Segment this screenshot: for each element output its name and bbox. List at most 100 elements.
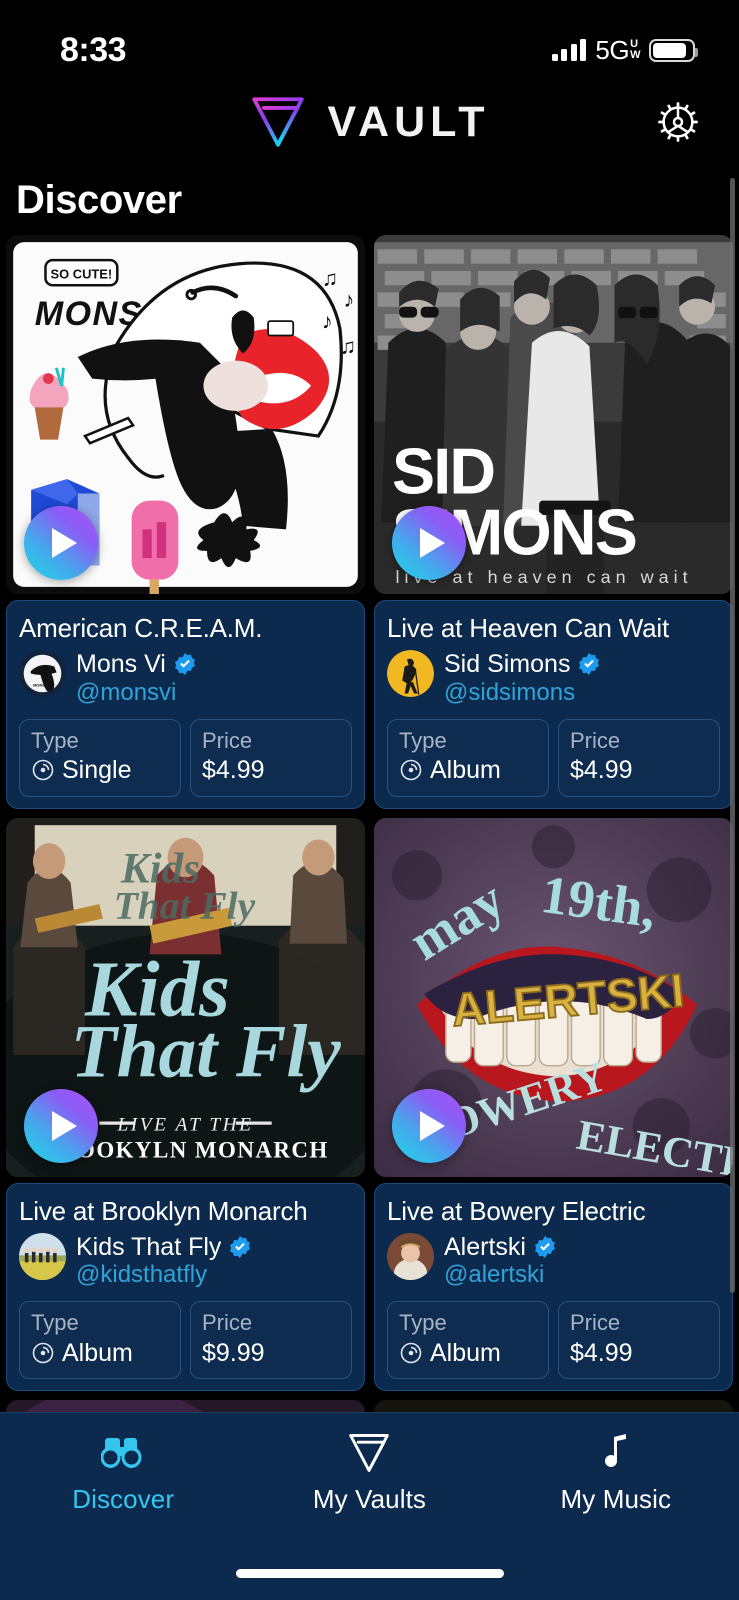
- type-label: Type: [399, 1310, 447, 1336]
- artist-texts: Alertski @alertski: [444, 1233, 557, 1291]
- price-value: $4.99: [570, 1338, 633, 1367]
- price-box: Price $9.99: [190, 1301, 352, 1380]
- tab-discover[interactable]: Discover: [0, 1431, 246, 1515]
- release-card[interactable]: Kids That Fly Kids That Fly LIVE AT THE …: [6, 817, 365, 1392]
- network-suffix-top: U: [630, 38, 638, 51]
- release-info: Live at Heaven Can Wait Sid Simons @sids…: [374, 600, 733, 809]
- release-meta: Type Album Price: [387, 1301, 720, 1380]
- verified-badge-icon: [534, 1235, 555, 1258]
- release-meta: Type Single Price $4.99: [19, 718, 352, 797]
- artist-name: Mons Vi: [76, 650, 166, 678]
- artist-handle[interactable]: @sidsimons: [444, 679, 601, 708]
- avatar[interactable]: [19, 1232, 66, 1280]
- release-card[interactable]: may 19th, ALERTSKI BOWERY ELECTRIC Live …: [374, 817, 733, 1392]
- release-card[interactable]: SID SIMONS live at heaven can wait Live …: [374, 235, 733, 809]
- phone-screen: 8:33 5G U W VAULT Discover SO CUTE! MONS…: [0, 0, 739, 1600]
- type-box: Type Single: [19, 718, 181, 797]
- artist-name: Sid Simons: [444, 650, 571, 678]
- svg-text:That Fly: That Fly: [71, 1010, 342, 1093]
- home-indicator: [235, 1569, 504, 1578]
- play-icon[interactable]: [392, 506, 466, 580]
- release-card[interactable]: max: [374, 1400, 733, 1412]
- artist-row[interactable]: Kids That Fly @kidsthatfly: [19, 1232, 352, 1291]
- price-box: Price $4.99: [190, 718, 352, 797]
- release-meta: Type Album Price: [19, 1301, 352, 1380]
- type-value: Album: [62, 1338, 133, 1367]
- artist-row[interactable]: Alertski @alertski: [387, 1232, 720, 1291]
- type-label: Type: [399, 727, 447, 753]
- svg-text:♫: ♫: [340, 334, 356, 358]
- tab-label: My Music: [560, 1484, 672, 1514]
- type-box: Type Album: [387, 1301, 549, 1380]
- artist-handle[interactable]: @kidsthatfly: [76, 1261, 252, 1290]
- status-bar-indicators: 5G U W: [551, 35, 698, 66]
- avatar[interactable]: [387, 1232, 434, 1280]
- album-artwork[interactable]: Kids That Fly Kids That Fly LIVE AT THE …: [6, 817, 365, 1177]
- svg-text:♫: ♫: [322, 266, 338, 290]
- brand: VAULT: [250, 96, 490, 148]
- album-artwork[interactable]: max: [374, 1400, 733, 1412]
- vault-triangle-icon: [349, 1434, 390, 1472]
- svg-text:♪: ♪: [343, 288, 354, 312]
- type-label: Type: [31, 727, 79, 753]
- release-title: Live at Heaven Can Wait: [387, 613, 670, 643]
- status-bar: 8:33 5G U W: [0, 0, 739, 82]
- music-note-icon: [604, 1434, 626, 1467]
- gear-icon[interactable]: [655, 99, 701, 145]
- artist-handle[interactable]: @monsvi: [76, 679, 197, 708]
- charlotte-artwork: Charlotte: [6, 1400, 365, 1412]
- artist-texts: Mons Vi @monsvi: [76, 650, 197, 708]
- album-artwork[interactable]: SID SIMONS live at heaven can wait: [374, 235, 733, 594]
- type-value: Single: [62, 756, 132, 785]
- status-bar-time: 8:33: [60, 31, 127, 69]
- type-value-row: Album: [399, 1337, 537, 1370]
- artist-handle[interactable]: @alertski: [444, 1261, 557, 1290]
- disc-icon: [400, 1342, 422, 1364]
- bottom-tab-bar: Discover My Vaults My Music: [0, 1412, 739, 1600]
- disc-icon: [32, 759, 54, 781]
- tab-my-music[interactable]: My Music: [493, 1431, 739, 1515]
- verified-badge-icon: [579, 653, 600, 676]
- artist-row[interactable]: Sid Simons @sidsimons: [387, 650, 720, 708]
- type-value-row: Album: [399, 754, 537, 787]
- tab-my-vaults[interactable]: My Vaults: [246, 1431, 492, 1515]
- type-label: Type: [31, 1310, 79, 1336]
- kids-that-fly-avatar: [19, 1232, 66, 1280]
- play-icon[interactable]: [24, 1088, 98, 1163]
- artist-name: Alertski: [444, 1232, 526, 1261]
- discover-scroll-area[interactable]: SO CUTE! MONS VI ♫ ♪ ♪ ♫ American C.R.E.…: [0, 235, 739, 1412]
- scrollbar[interactable]: [730, 178, 735, 1293]
- release-info: American C.R.E.A.M. MONS VI Mons Vi @mon…: [6, 600, 365, 809]
- network-suffix-bottom: W: [630, 48, 640, 61]
- type-box: Type Album: [387, 718, 549, 797]
- type-value-row: Single: [31, 754, 169, 787]
- price-label: Price: [202, 727, 253, 753]
- play-icon[interactable]: [392, 1088, 466, 1163]
- avatar[interactable]: [387, 650, 434, 697]
- svg-text:LIVE AT THE: LIVE AT THE: [116, 1114, 253, 1135]
- brand-name: VAULT: [327, 97, 490, 146]
- price-label: Price: [202, 1310, 253, 1336]
- artist-row[interactable]: MONS VI Mons Vi @monsvi: [19, 650, 352, 708]
- release-card[interactable]: Charlotte: [6, 1400, 365, 1412]
- play-icon[interactable]: [24, 506, 98, 580]
- max-vinyl-artwork: max: [374, 1400, 733, 1412]
- type-value: Album: [430, 1338, 501, 1367]
- avatar[interactable]: MONS VI: [19, 650, 66, 697]
- album-artwork[interactable]: may 19th, ALERTSKI BOWERY ELECTRIC: [374, 817, 733, 1177]
- release-grid: SO CUTE! MONS VI ♫ ♪ ♪ ♫ American C.R.E.…: [0, 235, 739, 1412]
- price-label: Price: [570, 1310, 621, 1336]
- network-type-label: 5G U W: [595, 35, 640, 66]
- release-meta: Type Album Price: [387, 718, 720, 797]
- album-artwork[interactable]: Charlotte: [6, 1400, 365, 1412]
- network-type-text: 5G: [595, 34, 630, 65]
- cellular-bars-icon: [551, 39, 587, 61]
- album-artwork[interactable]: SO CUTE! MONS VI ♫ ♪ ♪ ♫: [6, 235, 365, 594]
- svg-text:SO CUTE!: SO CUTE!: [51, 266, 113, 281]
- tab-label: My Vaults: [312, 1484, 427, 1514]
- vault-triangle-logo-icon: [251, 97, 304, 147]
- disc-icon: [400, 759, 422, 781]
- release-info: Live at Brooklyn Monarch Kids That Fly @…: [6, 1182, 365, 1392]
- release-card[interactable]: SO CUTE! MONS VI ♫ ♪ ♪ ♫ American C.R.E.…: [6, 235, 365, 809]
- price-box: Price $4.99: [558, 718, 720, 797]
